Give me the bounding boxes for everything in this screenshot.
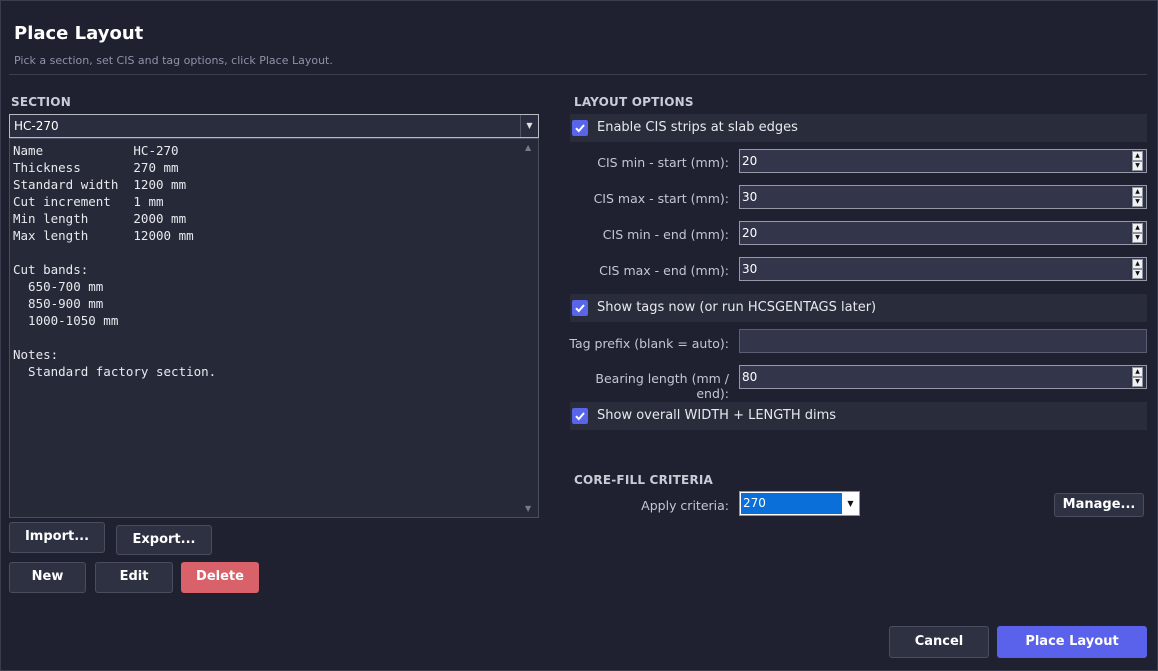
show-tags-label: Show tags now (or run HCSGENTAGS later) xyxy=(597,300,877,315)
bearing-length-label: Bearing length (mm / end): xyxy=(595,371,729,401)
cis-min-start-value: 20 xyxy=(742,154,758,168)
cis-min-end-label: CIS min - end (mm): xyxy=(602,227,729,242)
cis-min-start-label: CIS min - start (mm): xyxy=(597,155,729,170)
cis-max-end-spinner[interactable]: 30 ▲ ▼ xyxy=(739,257,1147,281)
spin-up-icon[interactable]: ▲ xyxy=(1132,151,1143,161)
apply-criteria-select[interactable]: 270 ▼ xyxy=(739,491,860,516)
section-details-text[interactable]: Name HC-270 Thickness 270 mm Standard wi… xyxy=(9,138,539,518)
cis-max-start-value: 30 xyxy=(742,190,758,204)
cis-min-start-spinner[interactable]: 20 ▲ ▼ xyxy=(739,149,1147,173)
chevron-down-icon[interactable]: ▼ xyxy=(842,492,859,515)
place-layout-button[interactable]: Place Layout xyxy=(997,626,1147,658)
scroll-down-icon[interactable]: ▼ xyxy=(525,504,531,513)
show-tags-row[interactable]: Show tags now (or run HCSGENTAGS later) xyxy=(570,294,1147,322)
spin-down-icon[interactable]: ▼ xyxy=(1132,197,1143,207)
section-select[interactable]: HC-270 ▼ xyxy=(9,114,539,138)
enable-cis-row[interactable]: Enable CIS strips at slab edges xyxy=(570,114,1147,142)
spin-up-icon[interactable]: ▲ xyxy=(1132,187,1143,197)
cis-max-start-spinner[interactable]: 30 ▲ ▼ xyxy=(739,185,1147,209)
new-button[interactable]: New xyxy=(9,562,86,593)
show-dims-row[interactable]: Show overall WIDTH + LENGTH dims xyxy=(570,402,1147,430)
section-details-content: Name HC-270 Thickness 270 mm Standard wi… xyxy=(13,143,217,379)
layout-options-heading: LAYOUT OPTIONS xyxy=(574,95,694,109)
details-scrollbar[interactable]: ▲ ▼ xyxy=(522,139,538,517)
section-heading: SECTION xyxy=(11,95,71,109)
cis-min-end-value: 20 xyxy=(742,226,758,240)
header-divider xyxy=(9,74,1147,75)
cis-max-end-value: 30 xyxy=(742,262,758,276)
spin-up-icon[interactable]: ▲ xyxy=(1132,367,1143,377)
spin-up-icon[interactable]: ▲ xyxy=(1132,223,1143,233)
apply-criteria-label: Apply criteria: xyxy=(641,498,729,513)
tag-prefix-label: Tag prefix (blank = auto): xyxy=(569,336,729,351)
bearing-length-value: 80 xyxy=(742,370,758,384)
core-fill-heading: CORE-FILL CRITERIA xyxy=(574,473,714,487)
enable-cis-label: Enable CIS strips at slab edges xyxy=(597,120,798,135)
enable-cis-checkbox[interactable] xyxy=(572,120,588,136)
delete-button[interactable]: Delete xyxy=(181,562,259,593)
check-icon xyxy=(575,412,585,421)
bearing-length-spinner[interactable]: 80 ▲ ▼ xyxy=(739,365,1147,389)
check-icon xyxy=(575,304,585,313)
cis-max-end-label: CIS max - end (mm): xyxy=(599,263,729,278)
show-dims-checkbox[interactable] xyxy=(572,408,588,424)
export-button[interactable]: Export... xyxy=(116,525,212,555)
chevron-down-icon[interactable]: ▼ xyxy=(520,115,538,137)
dialog-subtitle: Pick a section, set CIS and tag options,… xyxy=(14,54,333,67)
cis-max-start-label: CIS max - start (mm): xyxy=(593,191,729,206)
import-button[interactable]: Import... xyxy=(9,522,105,553)
scroll-up-icon[interactable]: ▲ xyxy=(525,143,531,152)
show-tags-checkbox[interactable] xyxy=(572,300,588,316)
manage-button[interactable]: Manage... xyxy=(1054,493,1144,517)
edit-button[interactable]: Edit xyxy=(95,562,173,593)
spin-down-icon[interactable]: ▼ xyxy=(1132,161,1143,171)
spin-down-icon[interactable]: ▼ xyxy=(1132,269,1143,279)
section-select-value: HC-270 xyxy=(14,119,59,133)
cis-min-end-spinner[interactable]: 20 ▲ ▼ xyxy=(739,221,1147,245)
cancel-button[interactable]: Cancel xyxy=(889,626,989,658)
tag-prefix-input[interactable] xyxy=(739,329,1147,353)
spin-down-icon[interactable]: ▼ xyxy=(1132,233,1143,243)
spin-down-icon[interactable]: ▼ xyxy=(1132,377,1143,387)
spin-up-icon[interactable]: ▲ xyxy=(1132,259,1143,269)
apply-criteria-value: 270 xyxy=(741,493,842,514)
show-dims-label: Show overall WIDTH + LENGTH dims xyxy=(597,408,837,423)
dialog-title: Place Layout xyxy=(14,23,144,44)
check-icon xyxy=(575,124,585,133)
